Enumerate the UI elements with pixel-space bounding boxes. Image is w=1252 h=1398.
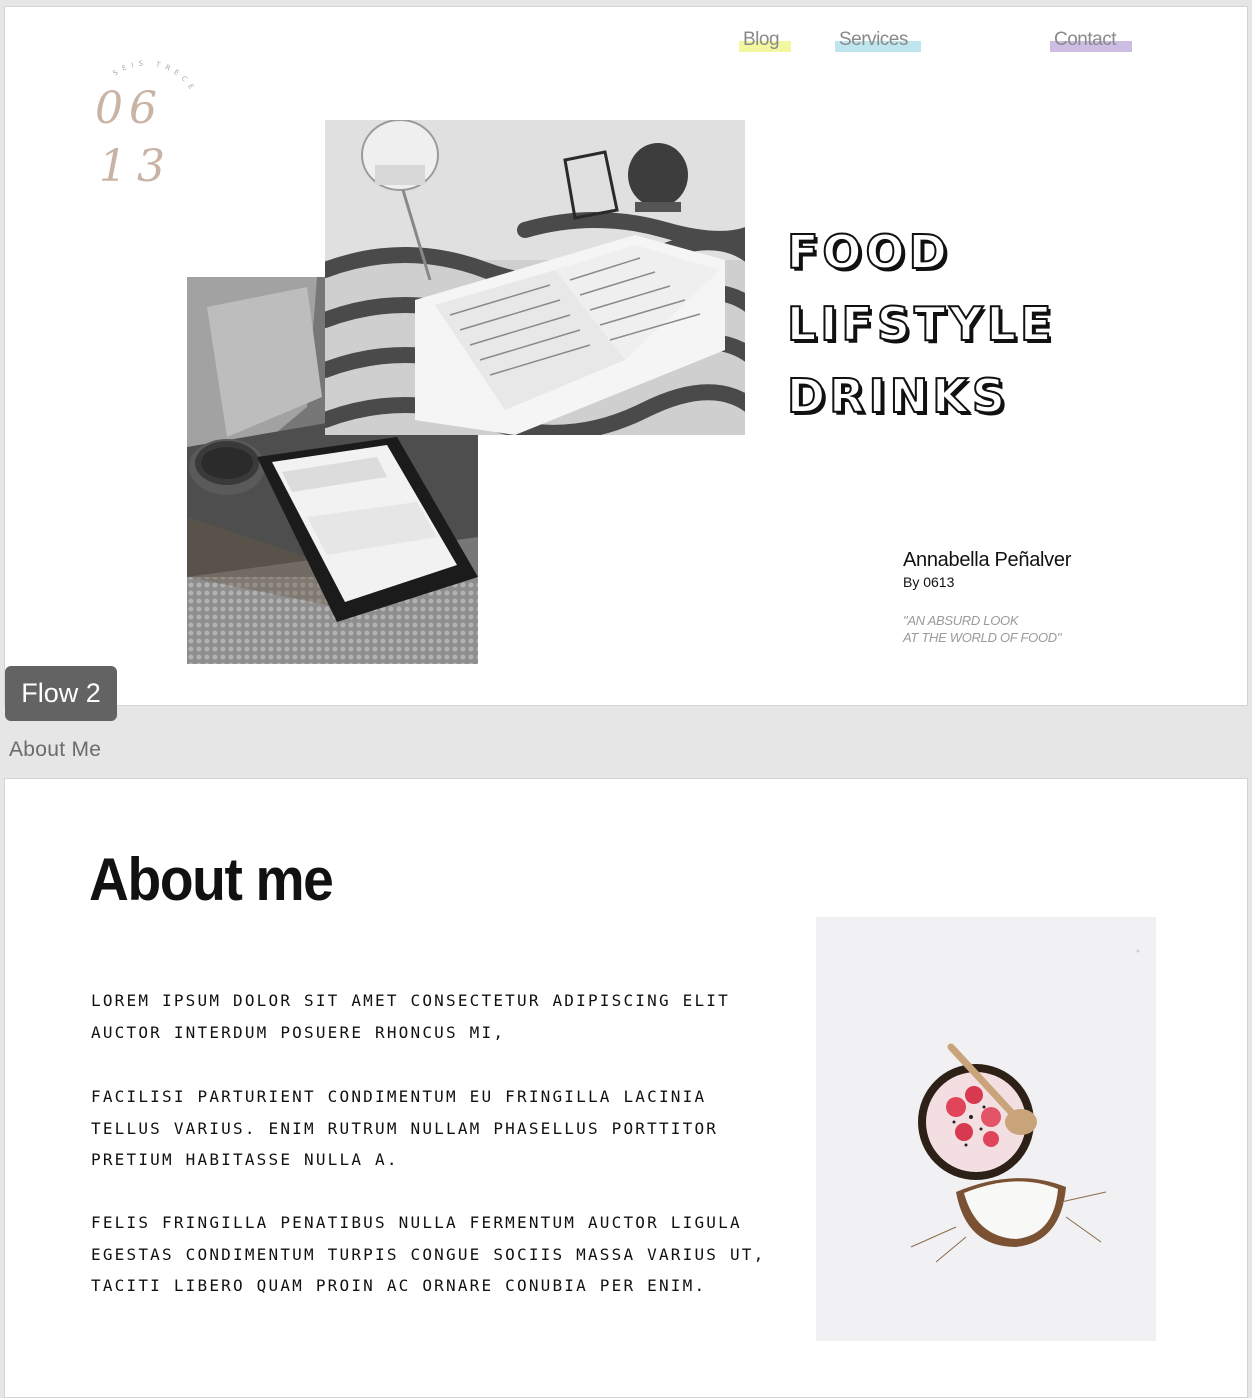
logo-digits-bottom: 13 [99,141,175,192]
hero-word-lifestyle: LIFSTYLE [786,296,1056,352]
tagline-line-1: "AN ABSURD LOOK [903,613,1019,628]
about-title: About me [89,846,334,913]
hero-word-drinks: DRINKS [786,368,1009,424]
nav-services-link[interactable]: Services [835,29,921,57]
frame-label[interactable]: About Me [9,738,101,762]
about-paragraph: FACILISI PARTURIENT CONDIMENTUM EU FRING… [91,1087,719,1169]
about-paragraph: LOREM IPSUM DOLOR SIT AMET CONSECTETUR A… [91,991,730,1042]
tagline-quote: "AN ABSURD LOOK AT THE WORLD OF FOOD" [903,612,1061,646]
nav-contact-link[interactable]: Contact [1050,29,1132,57]
author-name: Annabella Peñalver [903,549,1072,571]
nav-blog-label: Blog [743,29,780,50]
nav-contact-label: Contact [1054,29,1116,50]
tagline-line-2: AT THE WORLD OF FOOD" [903,630,1062,645]
author-byline: By 0613 [903,574,955,590]
logo-digits-top: 06 [95,83,163,134]
nav-blog-link[interactable]: Blog [739,29,791,57]
about-frame: About me LOREM IPSUM DOLOR SIT AMET CONS… [4,778,1248,1398]
hero-frame: Blog Services Contact SEIS TRECE 06 13 F… [4,6,1248,706]
coconut-bowl-photo [816,917,1156,1341]
about-paragraph: FELIS FRINGILLA PENATIBUS NULLA FERMENTU… [91,1213,766,1295]
brand-logo[interactable]: SEIS TRECE 06 13 [85,51,205,201]
hero-word-food: FOOD [786,224,951,280]
nav-services-label: Services [839,29,908,50]
book-wine-photo [325,120,745,435]
flow-badge[interactable]: Flow 2 [5,666,117,721]
